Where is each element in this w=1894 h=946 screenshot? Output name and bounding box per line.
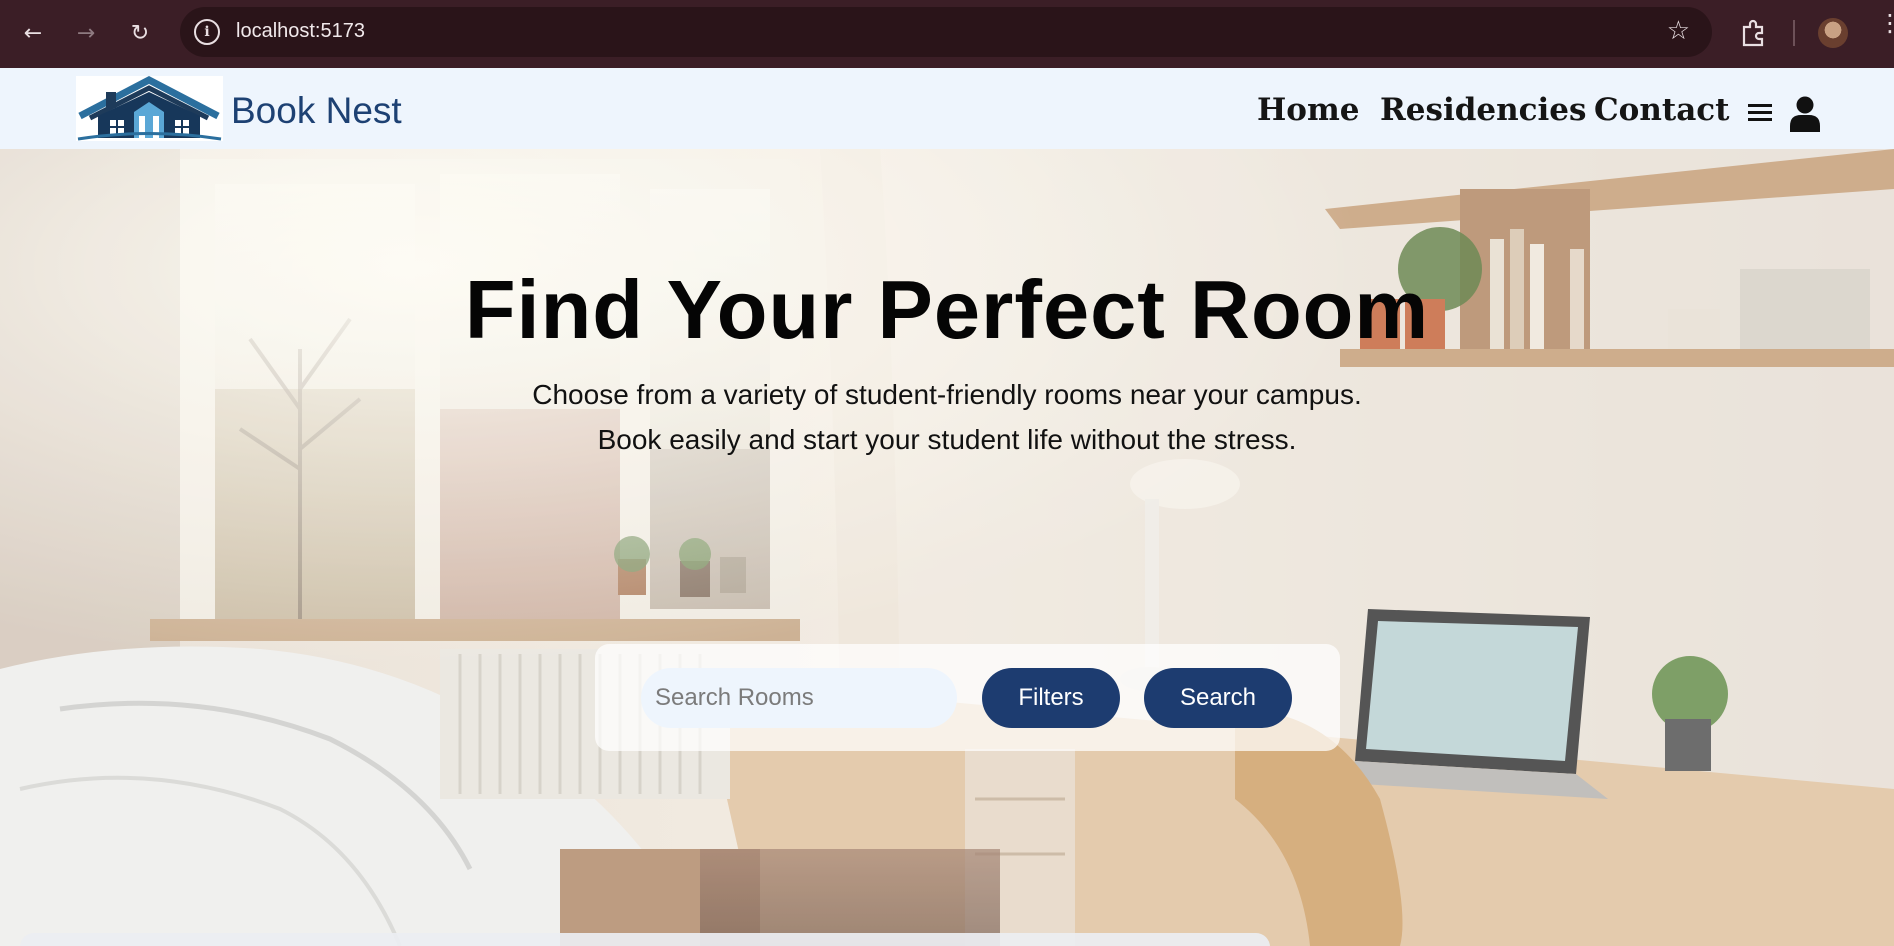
content-card-top-edge (20, 933, 1270, 946)
extensions-icon[interactable] (1738, 17, 1768, 47)
nav-link-contact[interactable]: Contact (1594, 92, 1730, 128)
hamburger-menu-icon[interactable] (1748, 104, 1772, 122)
logo[interactable] (76, 76, 223, 141)
address-bar[interactable]: i localhost:5173 ☆ (180, 7, 1712, 57)
hero-title: Find Your Perfect Room (464, 263, 1430, 356)
browser-toolbar: ← → ↻ i localhost:5173 ☆ ⋮ (0, 0, 1894, 68)
hero-subtitle-line-1: Choose from a variety of student-friendl… (532, 379, 1362, 410)
search-rooms-input[interactable] (641, 668, 957, 728)
profile-avatar[interactable] (1818, 18, 1848, 48)
filters-button[interactable]: Filters (982, 668, 1120, 728)
browser-menu-icon[interactable]: ⋮ (1878, 11, 1894, 35)
brand-name[interactable]: Book Nest (231, 90, 402, 132)
back-icon[interactable]: ← (18, 18, 48, 48)
nav-link-residencies[interactable]: Residencies (1380, 92, 1586, 128)
toolbar-divider (1793, 20, 1795, 46)
reload-icon[interactable]: ↻ (125, 18, 155, 48)
url-text[interactable]: localhost:5173 (236, 20, 365, 43)
house-logo-icon (77, 76, 222, 141)
forward-icon[interactable]: → (71, 18, 101, 48)
hero-section: Find Your Perfect Room Choose from a var… (0, 149, 1894, 946)
bookmark-star-icon[interactable]: ☆ (1667, 16, 1690, 46)
search-button[interactable]: Search (1144, 668, 1292, 728)
site-header: Book Nest Home Residencies Contact (0, 68, 1894, 149)
hero-subtitle-line-2: Book easily and start your student life … (597, 424, 1297, 455)
site-info-icon[interactable]: i (194, 19, 220, 45)
nav-link-home[interactable]: Home (1257, 92, 1360, 128)
search-panel: Filters Search (595, 644, 1340, 751)
user-account-icon[interactable] (1789, 96, 1821, 132)
